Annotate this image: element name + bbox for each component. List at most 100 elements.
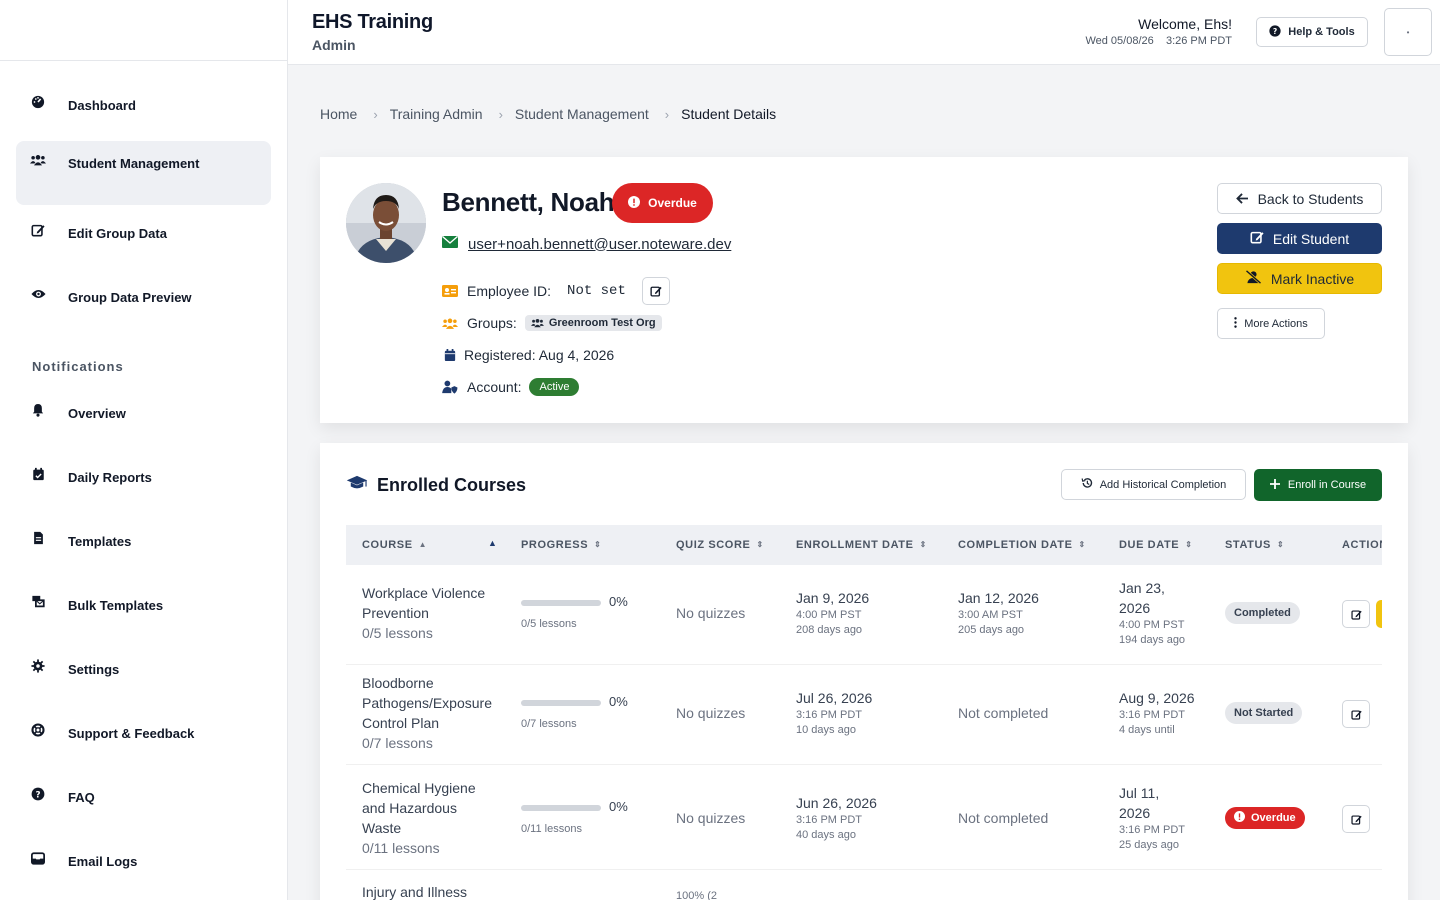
enrollment-date-value: Jan 9, 2026: [796, 590, 870, 606]
chevron-right-icon: ›: [498, 106, 503, 122]
sidebar-item-faq[interactable]: ? FAQ: [16, 762, 271, 826]
quiz-score: No quizzes: [676, 605, 746, 621]
status-label: Overdue: [1251, 812, 1296, 824]
row-edit-button[interactable]: [1342, 700, 1370, 728]
course-cell: Injury and Illness: [362, 882, 467, 900]
sidebar-item-edit-group-data[interactable]: Edit Group Data: [16, 198, 271, 262]
account-label: Account:: [467, 379, 522, 395]
progress-bar: [521, 600, 601, 606]
sidebar-item-support-feedback[interactable]: Support & Feedback: [16, 698, 271, 762]
column-header-action: ACTION: [1342, 539, 1382, 551]
column-label: ENROLLMENT DATE: [796, 539, 914, 551]
course-title-line: Chemical Hygiene: [362, 780, 476, 796]
more-actions-button[interactable]: More Actions: [1217, 308, 1325, 339]
table-header: COURSE ▲ ▲ PROGRESS ⇕ QUIZ SCORE ⇕ ENROL…: [346, 525, 1382, 565]
sidebar-item-bulk-templates[interactable]: Bulk Templates: [16, 570, 271, 634]
question-icon: ?: [1269, 24, 1281, 40]
plus-icon: [1269, 478, 1280, 492]
sidebar-item-settings[interactable]: Settings: [16, 634, 271, 698]
sort-icon: ⇕: [1078, 540, 1086, 549]
sidebar-item-label: Settings: [68, 662, 120, 677]
sidebar-item-daily-reports[interactable]: Daily Reports: [16, 442, 271, 506]
mail-bulk-icon: [30, 594, 46, 610]
sidebar-item-student-management[interactable]: Student Management: [16, 141, 271, 205]
overdue-status-badge: Overdue: [612, 183, 713, 223]
sidebar-item-email-logs[interactable]: Email Logs: [16, 826, 271, 890]
enrollment-relative: 208 days ago: [796, 624, 863, 636]
table-row: Chemical Hygiene and Hazardous Waste 0/1…: [346, 765, 1382, 870]
inbox-icon: [30, 850, 46, 866]
edit-student-label: Edit Student: [1272, 230, 1350, 247]
ellipsis-vertical-icon: [1234, 316, 1237, 331]
course-cell: Bloodborne Pathogens/Exposure Control Pl…: [362, 673, 492, 753]
mark-inactive-label: Mark Inactive: [1270, 270, 1355, 287]
enroll-in-course-button[interactable]: Enroll in Course: [1254, 469, 1382, 501]
employee-id-value: Not set: [567, 283, 626, 299]
progress-bar: [521, 805, 601, 811]
due-time: 3:16 PM PDT: [1119, 824, 1186, 836]
id-card-icon: [442, 283, 458, 299]
gauge-icon: [30, 94, 46, 110]
progress-percent: 0%: [609, 694, 628, 709]
sort-icon: ⇕: [594, 540, 602, 549]
enrollment-relative: 40 days ago: [796, 829, 856, 841]
row-extra-action-button[interactable]: [1376, 600, 1382, 628]
row-edit-button[interactable]: [1342, 805, 1370, 833]
enrolled-courses-heading: Enrolled Courses: [346, 475, 526, 496]
graduation-cap-icon: [346, 475, 368, 496]
sidebar-item-templates[interactable]: Templates: [16, 506, 271, 570]
add-historical-label: Add Historical Completion: [1099, 478, 1227, 491]
back-to-students-button[interactable]: Back to Students: [1217, 183, 1382, 214]
column-header-status[interactable]: STATUS ⇕: [1225, 539, 1284, 551]
breadcrumb-training-admin[interactable]: Training Admin: [390, 106, 483, 122]
help-tools-label: Help & Tools: [1288, 26, 1355, 38]
edit-student-button[interactable]: Edit Student: [1217, 223, 1382, 254]
history-icon: [1081, 477, 1093, 492]
group-chip[interactable]: Greenroom Test Org: [524, 315, 662, 331]
row-edit-button[interactable]: [1342, 600, 1370, 628]
sidebar-item-group-data-preview[interactable]: Group Data Preview: [16, 262, 271, 326]
header-menu-button[interactable]: •: [1384, 8, 1432, 56]
users-icon: [30, 152, 46, 168]
lifebuoy-icon: [30, 722, 46, 738]
envelope-icon: [442, 235, 458, 253]
user-shield-icon: [442, 379, 458, 395]
completion-date-value: Jan 12, 2026: [958, 590, 1039, 606]
column-header-quiz-score[interactable]: QUIZ SCORE ⇕: [676, 539, 764, 551]
edit-employee-id-button[interactable]: [641, 277, 670, 305]
sidebar-item-dashboard[interactable]: Dashboard: [16, 70, 271, 134]
due-date-line: 2026: [1119, 805, 1151, 821]
column-header-completion-date[interactable]: COMPLETION DATE ⇕: [958, 539, 1086, 551]
column-header-enrollment-date[interactable]: ENROLLMENT DATE ⇕: [796, 539, 927, 551]
sort-asc-icon: ▲: [418, 540, 428, 549]
app-title: EHS Training: [312, 11, 433, 33]
alert-circle-icon: [628, 195, 641, 211]
breadcrumb-home[interactable]: Home: [320, 106, 357, 122]
student-email-link[interactable]: user+noah.bennett@user.noteware.dev: [468, 236, 731, 253]
sidebar: Dashboard Student Management Edit Group …: [0, 0, 288, 900]
header-datetime: Wed 05/08/26 3:26 PM PDT: [1085, 35, 1232, 47]
groups-label: Groups:: [467, 315, 517, 331]
status-badge: Not Started: [1225, 702, 1303, 724]
back-label: Back to Students: [1257, 190, 1364, 207]
course-title-line: Waste: [362, 820, 402, 836]
chevron-right-icon: ›: [373, 106, 378, 122]
enrollment-date-value: Jul 26, 2026: [796, 690, 873, 706]
help-tools-button[interactable]: ? Help & Tools: [1256, 17, 1368, 47]
sidebar-item-overview[interactable]: Overview: [16, 378, 271, 442]
course-title-line: Bloodborne: [362, 675, 434, 691]
column-header-course[interactable]: COURSE ▲: [362, 539, 427, 551]
column-label: DUE DATE: [1119, 539, 1180, 551]
breadcrumb-student-management[interactable]: Student Management: [515, 106, 649, 122]
enroll-label: Enroll in Course: [1287, 479, 1367, 491]
column-label: PROGRESS: [521, 539, 589, 551]
column-header-due-date[interactable]: DUE DATE ⇕: [1119, 539, 1193, 551]
column-header-progress[interactable]: PROGRESS ⇕: [521, 539, 601, 551]
progress-percent: 0%: [609, 594, 628, 609]
employee-id-label: Employee ID:: [467, 283, 552, 299]
add-historical-completion-button[interactable]: Add Historical Completion: [1061, 469, 1246, 500]
mark-inactive-button[interactable]: Mark Inactive: [1217, 263, 1382, 294]
enrolled-courses-card: Enrolled Courses Add Historical Completi…: [320, 443, 1408, 900]
enrollment-time: 4:00 PM PST: [796, 609, 862, 621]
edit-icon: [650, 286, 662, 297]
